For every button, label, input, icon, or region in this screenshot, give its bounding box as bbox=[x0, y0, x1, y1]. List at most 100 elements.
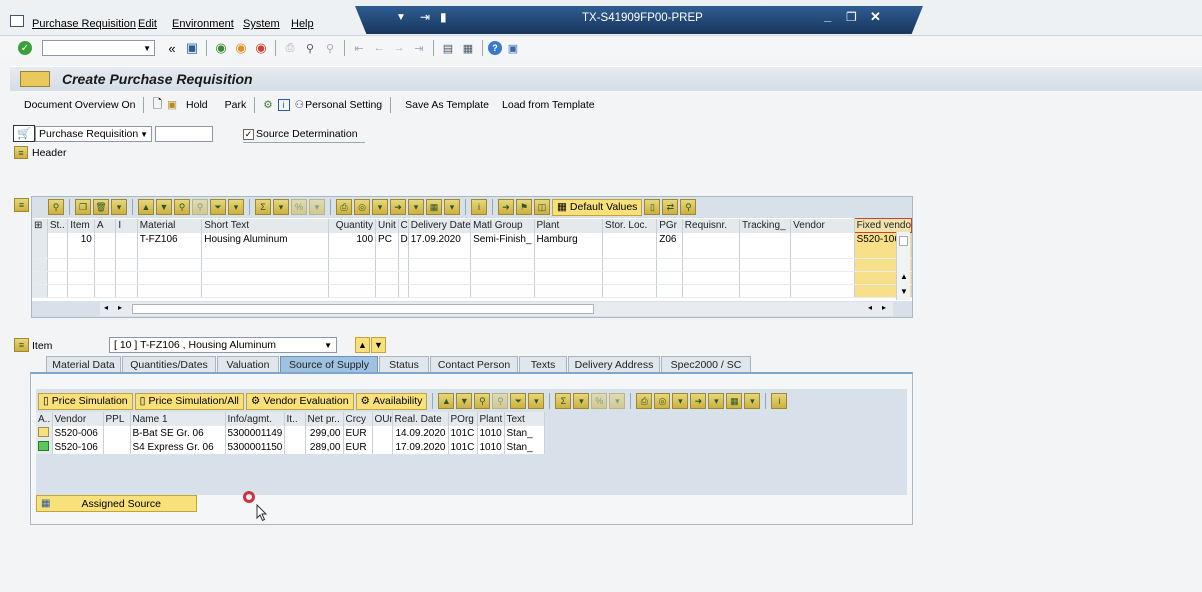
scroll-left-end-icon[interactable]: ◂ bbox=[868, 303, 872, 312]
grid-icon-c[interactable]: ⚲ bbox=[680, 199, 697, 215]
cell-unit[interactable]: PC bbox=[375, 232, 399, 246]
new-document-icon[interactable]: 🗋 bbox=[152, 95, 162, 116]
table-row[interactable] bbox=[32, 245, 912, 259]
details-icon[interactable]: ⚲ bbox=[48, 199, 64, 215]
price-simulation-button[interactable]: ▯ Price Simulation bbox=[38, 392, 133, 410]
exit-icon[interactable]: ◉ bbox=[232, 39, 250, 57]
scroll-right-icon[interactable]: ▸ bbox=[118, 303, 122, 312]
col-item[interactable]: Item bbox=[67, 218, 95, 233]
help-icon[interactable]: ? bbox=[488, 41, 502, 55]
col-vendor[interactable]: Vendor bbox=[52, 412, 104, 426]
scroll-right-end-icon[interactable]: ▸ bbox=[882, 303, 886, 312]
cell-porg[interactable]: 101C bbox=[448, 440, 478, 454]
tab-material-data[interactable]: Material Data bbox=[46, 356, 121, 372]
cell-name1[interactable]: B-Bat SE Gr. 06 bbox=[130, 426, 226, 440]
col-it[interactable]: It.. bbox=[284, 412, 306, 426]
cell-plant[interactable]: 1010 bbox=[477, 440, 505, 454]
layout-icon[interactable]: ▦ bbox=[426, 199, 442, 215]
cell-account[interactable] bbox=[94, 232, 117, 246]
table-row[interactable]: 10 T-FZ106 Housing Aluminum 100 PC D 17.… bbox=[32, 232, 912, 246]
cell-text[interactable]: Stan_ bbox=[504, 426, 545, 440]
next-item-button[interactable]: ▼ bbox=[371, 337, 386, 353]
export-menu-icon[interactable]: ▾ bbox=[408, 199, 424, 215]
command-field[interactable]: ▼ bbox=[42, 40, 155, 56]
enter-icon[interactable]: ✓ bbox=[18, 41, 32, 55]
col-fixed-vendor[interactable]: Fixed vendo bbox=[853, 218, 912, 233]
availability-button[interactable]: ⚙ Availability bbox=[355, 392, 428, 410]
tab-quantities-dates[interactable]: Quantities/Dates bbox=[122, 356, 216, 372]
cell-short-text[interactable]: Housing Aluminum bbox=[201, 232, 330, 246]
load-from-template-button[interactable]: Load from Template bbox=[502, 99, 595, 111]
sort-asc-icon[interactable]: ▲ bbox=[438, 393, 455, 409]
cell-vendor[interactable]: S520-006 bbox=[52, 426, 104, 440]
status-icon[interactable]: ◫ bbox=[534, 199, 550, 215]
restore-icon[interactable]: ❐ bbox=[846, 10, 857, 24]
layout-menu-icon[interactable]: ▣ bbox=[504, 39, 522, 57]
views-menu-icon[interactable]: ▾ bbox=[372, 199, 388, 215]
cell-quantity[interactable]: 100 bbox=[328, 232, 377, 246]
scroll-down-icon[interactable]: ▼ bbox=[900, 287, 908, 296]
cell-c[interactable]: D bbox=[398, 232, 409, 246]
save-icon[interactable]: ▣ bbox=[183, 39, 201, 57]
cell-oun[interactable] bbox=[372, 426, 393, 440]
col-crcy[interactable]: Crcy bbox=[343, 412, 373, 426]
org-data-icon[interactable]: ⚙ bbox=[263, 99, 272, 111]
menu-environment[interactable]: Environment bbox=[172, 18, 234, 30]
first-page-icon[interactable]: ⇤ bbox=[350, 39, 368, 57]
info-icon[interactable]: i bbox=[771, 393, 788, 409]
layout-icon[interactable]: ▦ bbox=[726, 393, 743, 409]
cell-real-date[interactable]: 14.09.2020 bbox=[392, 426, 449, 440]
cell-material[interactable]: T-FZ106 bbox=[137, 232, 203, 246]
col-ppl[interactable]: PPL bbox=[103, 412, 131, 426]
cell-name1[interactable]: S4 Express Gr. 06 bbox=[130, 440, 226, 454]
document-overview-button[interactable]: Document Overview On bbox=[24, 99, 135, 111]
table-row[interactable]: S520-106 S4 Express Gr. 06 5300001150 28… bbox=[36, 440, 545, 454]
menu-system[interactable]: System bbox=[243, 18, 280, 30]
filter-icon[interactable]: ⏷ bbox=[510, 393, 527, 409]
tab-texts[interactable]: Texts bbox=[519, 356, 567, 372]
menu-purchase-requisition[interactable]: Purchase Requisition bbox=[32, 18, 136, 30]
personal-setting-icon[interactable]: ⚇ bbox=[295, 99, 304, 111]
last-page-icon[interactable]: ⇥ bbox=[410, 39, 428, 57]
cell-plant[interactable]: 1010 bbox=[477, 426, 505, 440]
default-values-button[interactable]: ▦ Default Values bbox=[552, 198, 643, 216]
cell-net-price[interactable]: 289,00 bbox=[305, 440, 344, 454]
filter-menu-icon[interactable]: ▾ bbox=[228, 199, 244, 215]
views-menu-icon[interactable]: ▾ bbox=[672, 393, 689, 409]
subtotal-icon[interactable]: % bbox=[291, 199, 307, 215]
shortcut-icon[interactable]: ▦ bbox=[459, 39, 477, 57]
sum-menu-icon[interactable]: ▾ bbox=[573, 393, 590, 409]
col-stor-loc[interactable]: Stor. Loc. bbox=[602, 218, 658, 233]
filter-menu-icon[interactable]: ▾ bbox=[528, 393, 545, 409]
col-name1[interactable]: Name 1 bbox=[130, 412, 226, 426]
sum-menu-icon[interactable]: ▾ bbox=[273, 199, 289, 215]
cell-vendor[interactable]: S520-106 bbox=[52, 440, 104, 454]
col-material[interactable]: Material bbox=[137, 218, 203, 233]
delete-icon[interactable]: 🗑 bbox=[93, 199, 109, 215]
close-icon[interactable]: ✕ bbox=[870, 9, 881, 25]
doc-type-select[interactable]: Purchase Requisition ▼ bbox=[35, 126, 152, 142]
minimize-icon[interactable]: _ bbox=[824, 8, 831, 23]
save-as-template-button[interactable]: Save As Template bbox=[405, 99, 489, 111]
tab-status[interactable]: Status bbox=[379, 356, 429, 372]
grid-icon-b[interactable]: ⇄ bbox=[662, 199, 679, 215]
vendor-evaluation-button[interactable]: ⚙ Vendor Evaluation bbox=[245, 392, 354, 410]
print-grid-icon[interactable]: ⎙ bbox=[336, 199, 352, 215]
info-icon[interactable]: i bbox=[277, 99, 290, 111]
print-icon[interactable]: ⎙ bbox=[281, 39, 299, 57]
personal-setting-button[interactable]: Personal Setting bbox=[305, 99, 382, 111]
cell-real-date[interactable]: 17.09.2020 bbox=[392, 440, 449, 454]
cell-crcy[interactable]: EUR bbox=[343, 440, 373, 454]
col-plant[interactable]: Plant bbox=[534, 218, 604, 233]
doc-number-field[interactable] bbox=[155, 126, 213, 142]
sum-icon[interactable]: Σ bbox=[555, 393, 572, 409]
col-text[interactable]: Text bbox=[504, 412, 545, 426]
export-menu-icon[interactable]: ▾ bbox=[708, 393, 725, 409]
cell-text[interactable]: Stan_ bbox=[504, 440, 545, 454]
cell-pgr[interactable]: Z06 bbox=[656, 232, 683, 246]
pin-icon[interactable]: ⇥ bbox=[420, 10, 430, 24]
account-icon[interactable]: ➜ bbox=[498, 199, 514, 215]
cell-crcy[interactable]: EUR bbox=[343, 426, 373, 440]
assigned-source-button[interactable]: ▦ Assigned Source bbox=[36, 495, 197, 512]
tab-delivery-address[interactable]: Delivery Address bbox=[568, 356, 660, 372]
